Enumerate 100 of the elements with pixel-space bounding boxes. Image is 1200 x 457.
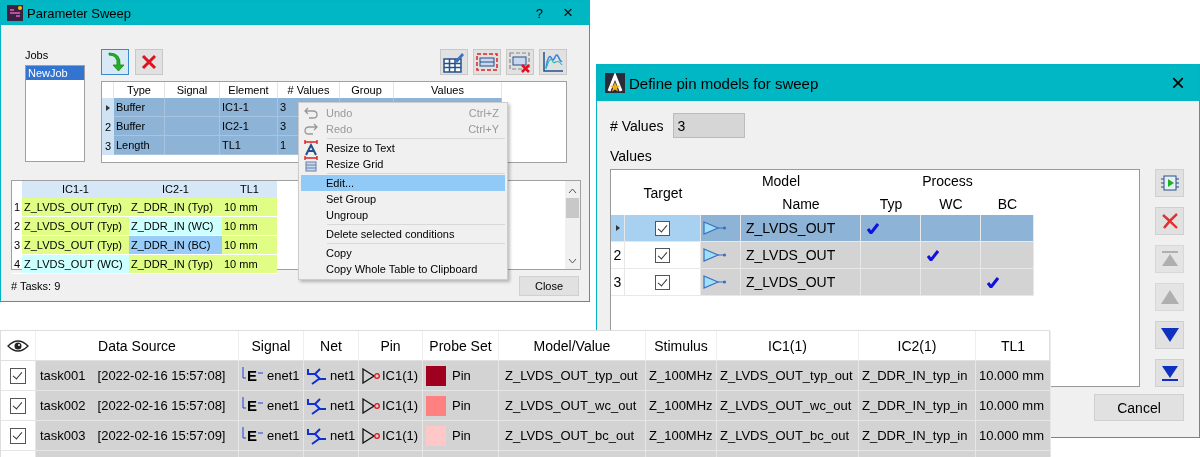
pin-icon [362, 427, 381, 444]
curved-arrow-icon [105, 52, 125, 72]
table-cell: Z_DDR_IN (Typ) [129, 198, 222, 217]
side-button[interactable] [1155, 359, 1184, 387]
task-name: task002 [40, 398, 86, 413]
process-cell[interactable] [921, 215, 981, 242]
table-cell: Z_100MHz [646, 361, 717, 391]
table-cell: 10.000 mm [976, 421, 1051, 451]
checkbox[interactable] [655, 247, 670, 263]
menu-item[interactable]: Edit... [301, 175, 505, 191]
close-icon [141, 54, 157, 70]
delete-rows-icon [509, 51, 531, 73]
timestamp: [2022-02-16 15:57:08] [97, 368, 226, 383]
list-item[interactable]: NewJob [26, 66, 84, 80]
table-cell: Z_DDR_IN_typ_in [859, 421, 976, 451]
window-title: Define pin models for sweep [629, 74, 820, 92]
table-cell: 10 mm [222, 236, 277, 255]
redo-icon [304, 123, 318, 135]
table-cell: Z_LVDS_OUT (Typ) [22, 198, 129, 217]
timestamp: [2022-02-16 15:57:09] [97, 428, 226, 443]
net-icon [307, 396, 327, 415]
process-cell[interactable] [981, 269, 1034, 296]
toolbar-button[interactable] [539, 49, 567, 75]
process-cell[interactable] [921, 242, 981, 269]
row-header: 3 [611, 269, 625, 296]
table-cell: Z_100MHz [646, 391, 717, 421]
menu-item[interactable]: Set Group [301, 191, 505, 207]
move-bottom-icon [1159, 364, 1180, 382]
app-icon [7, 5, 23, 21]
menu-item[interactable]: Delete selected conditions [301, 226, 505, 242]
side-button[interactable] [1155, 321, 1184, 349]
table-cell: Z_LVDS_OUT_typ_out [717, 361, 859, 391]
checkbox[interactable] [10, 397, 26, 414]
resize-grid-icon [304, 156, 318, 172]
process-cell[interactable] [921, 269, 981, 296]
pin-icon [362, 397, 381, 414]
close-button[interactable]: × [1163, 69, 1193, 97]
toolbar-button[interactable] [135, 49, 163, 75]
current-row-icon [106, 104, 110, 111]
process-cell[interactable] [861, 242, 921, 269]
table-cell: 10 mm [222, 255, 277, 274]
net-icon [307, 426, 327, 445]
dashed-rows-icon [476, 52, 498, 72]
window-title: Parameter Sweep [27, 5, 133, 21]
checkbox[interactable] [10, 367, 26, 384]
close-button[interactable]: × [555, 3, 581, 23]
task-name: task001 [40, 368, 86, 383]
process-cell[interactable] [981, 215, 1034, 242]
net-name: net1 [330, 428, 356, 443]
process-cell[interactable] [981, 242, 1034, 269]
table-cell: Z_DDR_IN (Typ) [129, 255, 222, 274]
checkbox[interactable] [655, 220, 670, 236]
table-pencil-icon [443, 51, 465, 73]
menu-item[interactable]: Copy Whole Table to Clipboard [301, 261, 505, 277]
menu-item[interactable]: Ungroup [301, 207, 505, 223]
process-cell[interactable] [861, 269, 921, 296]
signal-name: enet1 [267, 398, 300, 413]
values-label: Values [610, 148, 653, 164]
table-cell: 10 mm [222, 217, 277, 236]
chip-play-icon [1159, 174, 1180, 192]
column-header: IC2-1 [129, 181, 222, 198]
toolbar-button[interactable] [506, 49, 534, 75]
buffer-icon [703, 275, 727, 289]
checkbox[interactable] [10, 427, 26, 444]
table-cell: IC2-1 [220, 117, 278, 136]
values-count-field[interactable]: 3 [673, 113, 746, 138]
eye-icon[interactable] [7, 338, 29, 353]
table-cell: 10.000 mm [976, 361, 1051, 391]
row-header: 2 [611, 242, 625, 269]
table-cell: Z_LVDS_OUT [741, 269, 861, 296]
side-button[interactable] [1155, 207, 1184, 235]
triangle-down-icon [1159, 327, 1180, 343]
table-cell: TL1 [220, 136, 278, 155]
table-cell: Z_LVDS_OUT (WC) [22, 255, 129, 274]
table-cell: 10 mm [222, 198, 277, 217]
toolbar-button[interactable] [440, 49, 468, 75]
table-cell: Z_100MHz [646, 421, 717, 451]
check-icon [987, 276, 999, 288]
shortcut-label: Ctrl+Z [468, 107, 499, 119]
table-cell: IC1-1 [220, 98, 278, 117]
menu-item[interactable]: Resize to Text [301, 140, 505, 156]
table-cell: Z_LVDS_OUT_bc_out [499, 421, 646, 451]
probe-set: Pin [452, 398, 471, 413]
checkbox[interactable] [655, 274, 670, 290]
values-count-label: # Values [610, 117, 664, 134]
table-cell: Z_LVDS_OUT [741, 215, 861, 242]
table-cell: Z_DDR_IN (WC) [129, 217, 222, 236]
menu-item[interactable]: Copy [301, 245, 505, 261]
cancel-button[interactable]: Cancel [1094, 394, 1184, 421]
net-icon [307, 366, 327, 385]
table-cell: Z_LVDS_OUT (Typ) [22, 217, 129, 236]
table-cell: Z_LVDS_OUT_typ_out [499, 361, 646, 391]
menu-item[interactable]: Resize Grid [301, 156, 505, 172]
shortcut-label: Ctrl+Y [468, 123, 499, 135]
scrollbar[interactable] [565, 181, 580, 269]
check-icon [867, 222, 879, 234]
process-cell[interactable] [861, 215, 921, 242]
close-button[interactable]: Close [519, 276, 579, 296]
pin-icon [362, 367, 381, 384]
help-button[interactable]: ? [527, 5, 552, 21]
